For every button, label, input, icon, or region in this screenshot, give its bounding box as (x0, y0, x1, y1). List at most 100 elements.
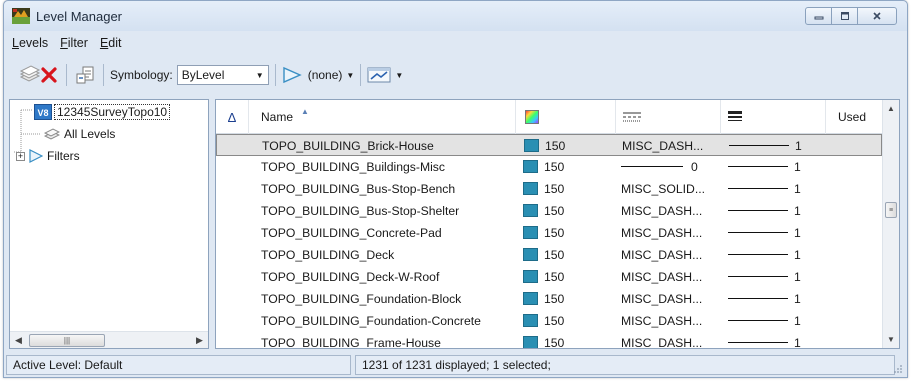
level-weight: 1 (728, 310, 828, 331)
weight-line (728, 276, 788, 277)
style-value: MISC_DASH... (621, 247, 703, 262)
color-value: 150 (544, 247, 565, 262)
tree-item-filters[interactable]: + Filters (16, 146, 80, 166)
style-value: MISC_DASH... (621, 313, 703, 328)
color-swatch (523, 226, 538, 239)
minimize-button[interactable] (805, 7, 832, 25)
level-grid: Δ Name ▲ Used TOPO_BUILDING_Brick-House … (215, 99, 900, 349)
tree-horizontal-scrollbar[interactable]: ◀ ||| ▶ (10, 331, 208, 348)
plus-icon: + (17, 150, 24, 161)
level-style: MISC_DASH... (621, 200, 721, 221)
scroll-track[interactable]: ||| (27, 333, 191, 348)
menu-edit[interactable]: Edit (100, 36, 122, 50)
color-value: 150 (544, 269, 565, 284)
color-value: 150 (544, 159, 565, 174)
column-weight[interactable] (721, 100, 826, 134)
column-color[interactable] (516, 100, 616, 134)
table-row[interactable]: TOPO_BUILDING_Buildings-Misc 150 0 1 (216, 156, 882, 178)
close-icon (873, 12, 881, 20)
scroll-right-icon[interactable]: ▶ (191, 332, 208, 349)
scroll-thumb[interactable]: ||| (29, 333, 105, 347)
color-value: 150 (544, 291, 565, 306)
style-value: MISC_SOLID... (621, 181, 705, 196)
scroll-down-icon[interactable]: ▼ (883, 331, 899, 348)
close-button[interactable] (857, 7, 897, 25)
level-weight: 1 (728, 244, 828, 265)
color-value: 150 (544, 313, 565, 328)
table-row[interactable]: TOPO_BUILDING_Bus-Stop-Shelter 150 MISC_DA… (216, 200, 882, 222)
expand-toggle[interactable]: + (16, 150, 25, 161)
toolbar-separator (66, 64, 67, 86)
maximize-button[interactable] (831, 7, 858, 25)
column-style[interactable] (616, 100, 721, 134)
scroll-thumb[interactable]: ≡ (885, 202, 897, 218)
delete-level-button[interactable] (38, 63, 60, 87)
delete-icon (41, 67, 57, 83)
tree-item-all-levels[interactable]: All Levels (44, 124, 115, 144)
filter-select[interactable]: (none) ▼ (282, 63, 355, 87)
weight-line (728, 342, 788, 343)
weight-value: 1 (794, 313, 801, 328)
weight-line (728, 254, 788, 255)
level-weight: 1 (729, 135, 829, 156)
symbology-select[interactable]: ByLevel ▼ (176, 65, 269, 85)
used-column-label: Used (838, 110, 867, 124)
level-name: TOPO_BUILDING_Buildings-Misc (261, 159, 445, 174)
level-properties-button[interactable] (73, 63, 97, 87)
weight-value: 1 (794, 159, 801, 174)
color-column-icon (525, 110, 539, 124)
table-row[interactable]: TOPO_BUILDING_Foundation-Concrete 150 MISC… (216, 310, 882, 332)
toolbar: Symbology: ByLevel ▼ (none) ▼ ▼ (4, 55, 907, 95)
grid-vertical-scrollbar[interactable]: ▲ ≡ ▼ (882, 100, 899, 348)
tree-root-node[interactable]: V8 12345SurveyTopo10 (34, 102, 171, 122)
table-row[interactable]: TOPO_BUILDING_Foundation-Block 150 MISC_DA… (216, 288, 882, 310)
level-name: TOPO_BUILDING_Foundation-Block (261, 291, 462, 306)
scroll-up-icon[interactable]: ▲ (883, 100, 899, 117)
level-style: MISC_DASH... (622, 135, 722, 156)
weight-value: 1 (794, 203, 801, 218)
style-value: MISC_DASH... (621, 225, 703, 240)
grid-rows: TOPO_BUILDING_Brick-House 150 MISC_DASH...… (216, 134, 882, 348)
display-mode-button[interactable]: ▼ (367, 63, 403, 87)
table-row[interactable]: TOPO_BUILDING_Deck 150 MISC_DASH... 1 (216, 244, 882, 266)
level-weight: 1 (728, 200, 828, 221)
weight-line (728, 166, 788, 167)
level-name: TOPO_BUILDING_Bus-Stop-Shelter (261, 203, 460, 218)
column-name[interactable]: Name ▲ (249, 100, 516, 134)
filter-value: (none) (307, 68, 343, 82)
level-color: 150 (523, 200, 613, 221)
table-row[interactable]: TOPO_BUILDING_Brick-House 150 MISC_DASH...… (216, 134, 882, 156)
scroll-left-icon[interactable]: ◀ (10, 332, 27, 349)
title-bar[interactable]: Level Manager (4, 1, 907, 31)
level-name: TOPO_BUILDING_Brick-House (262, 138, 434, 153)
style-value: MISC_DASH... (621, 335, 703, 349)
column-active[interactable]: Δ (216, 100, 249, 134)
style-value: MISC_DASH... (622, 138, 704, 153)
color-value: 150 (544, 181, 565, 196)
menu-levels[interactable]: Levels (12, 36, 48, 50)
properties-icon (76, 66, 94, 84)
table-row[interactable]: TOPO_BUILDING_Bus-Stop-Bench 150 MISC_SOLI… (216, 178, 882, 200)
resize-grip-icon[interactable] (893, 364, 903, 374)
menu-filter[interactable]: Filter (60, 36, 88, 50)
chevron-down-icon: ▼ (346, 70, 355, 80)
filter-icon (29, 149, 43, 163)
table-row[interactable]: TOPO_BUILDING_Frame-House 150 MISC_DASH...… (216, 332, 882, 349)
level-name: TOPO_BUILDING_Foundation-Concrete (261, 313, 481, 328)
style-value: MISC_DASH... (621, 203, 703, 218)
table-row[interactable]: TOPO_BUILDING_Deck-W-Roof 150 MISC_DASH...… (216, 266, 882, 288)
line-style-column-icon (623, 112, 641, 122)
level-color: 150 (523, 178, 613, 199)
status-bar: Active Level: Default 1231 of 1231 displ… (4, 353, 907, 377)
level-style: 0 (621, 156, 721, 177)
toolbar-separator (103, 64, 104, 86)
color-swatch (524, 139, 539, 152)
level-color: 150 (523, 244, 613, 265)
level-name: TOPO_BUILDING_Deck (261, 247, 395, 262)
level-style: MISC_DASH... (621, 244, 721, 265)
symbology-label: Symbology: (110, 68, 173, 82)
line-weight-column-icon (728, 111, 742, 121)
column-used[interactable]: Used (826, 100, 884, 134)
table-row[interactable]: TOPO_BUILDING_Concrete-Pad 150 MISC_DASH..… (216, 222, 882, 244)
level-name: TOPO_BUILDING_Frame-House (261, 335, 441, 349)
